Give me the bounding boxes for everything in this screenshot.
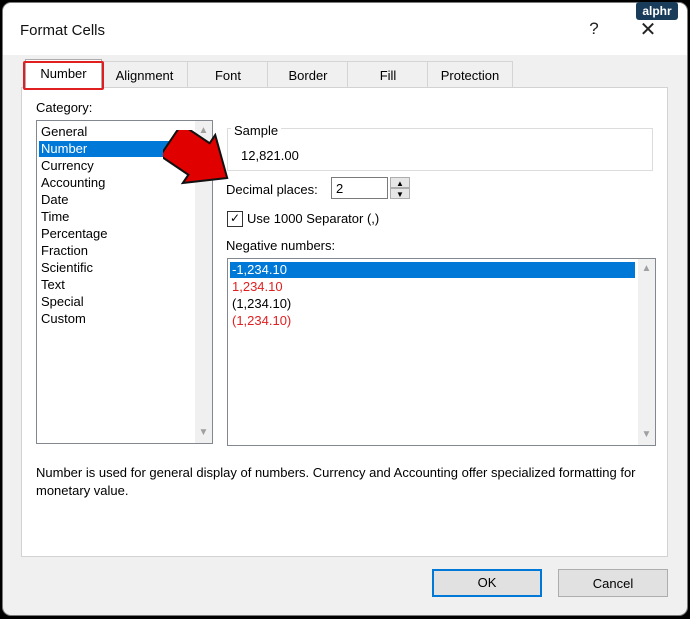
category-label: Category: bbox=[36, 100, 93, 115]
format-cells-dialog: Format Cells ? ✕ Number Alignment Font B… bbox=[2, 2, 688, 616]
number-tab-panel: Category: General Number Currency Accoun… bbox=[21, 87, 668, 557]
tab-alignment[interactable]: Alignment bbox=[100, 61, 189, 87]
category-item-percentage[interactable]: Percentage bbox=[39, 226, 191, 242]
spin-down-icon[interactable]: ▼ bbox=[390, 188, 410, 199]
negative-option[interactable]: (1,234.10) bbox=[230, 296, 635, 312]
category-item-time[interactable]: Time bbox=[39, 209, 191, 225]
negative-numbers-scrollbar[interactable]: ▲ ▼ bbox=[638, 259, 655, 445]
title-bar: Format Cells ? ✕ bbox=[3, 3, 687, 55]
decimal-places-label: Decimal places: bbox=[226, 182, 318, 197]
tab-number-highlight bbox=[23, 61, 104, 90]
negative-option[interactable]: 1,234.10 bbox=[230, 279, 635, 295]
ok-button[interactable]: OK bbox=[432, 569, 542, 597]
close-button[interactable]: ✕ bbox=[633, 17, 663, 43]
decimal-places-input[interactable]: 2 bbox=[331, 177, 388, 199]
negative-option[interactable]: (1,234.10) bbox=[230, 313, 635, 329]
watermark-logo: alphr bbox=[636, 2, 678, 20]
dialog-title: Format Cells bbox=[20, 22, 106, 39]
category-item-scientific[interactable]: Scientific bbox=[39, 260, 191, 276]
negative-option[interactable]: -1,234.10 bbox=[230, 262, 635, 278]
negative-numbers-list[interactable]: -1,234.10 1,234.10 (1,234.10) (1,234.10)… bbox=[227, 258, 656, 446]
help-button[interactable]: ? bbox=[583, 19, 605, 43]
tab-border[interactable]: Border bbox=[267, 61, 349, 87]
use-separator-label: Use 1000 Separator (,) bbox=[247, 211, 380, 226]
use-separator-checkbox[interactable]: ✓ bbox=[227, 211, 243, 227]
scroll-up-icon[interactable]: ▲ bbox=[638, 261, 655, 277]
sample-label: Sample bbox=[231, 123, 282, 138]
category-item-text[interactable]: Text bbox=[39, 277, 191, 293]
tab-protection[interactable]: Protection bbox=[427, 61, 513, 87]
pointer-arrow-icon bbox=[163, 130, 229, 185]
sample-value: 12,821.00 bbox=[241, 148, 299, 163]
negative-numbers-label: Negative numbers: bbox=[226, 238, 336, 253]
category-item-special[interactable]: Special bbox=[39, 294, 191, 310]
cancel-button[interactable]: Cancel bbox=[558, 569, 668, 597]
category-description: Number is used for general display of nu… bbox=[36, 465, 636, 498]
tab-font[interactable]: Font bbox=[187, 61, 269, 87]
scroll-down-icon[interactable]: ▼ bbox=[195, 425, 212, 441]
spin-up-icon[interactable]: ▲ bbox=[390, 177, 410, 188]
category-item-fraction[interactable]: Fraction bbox=[39, 243, 191, 259]
tab-fill[interactable]: Fill bbox=[347, 61, 429, 87]
scroll-down-icon[interactable]: ▼ bbox=[638, 427, 655, 443]
category-item-date[interactable]: Date bbox=[39, 192, 191, 208]
category-item-custom[interactable]: Custom bbox=[39, 311, 191, 327]
